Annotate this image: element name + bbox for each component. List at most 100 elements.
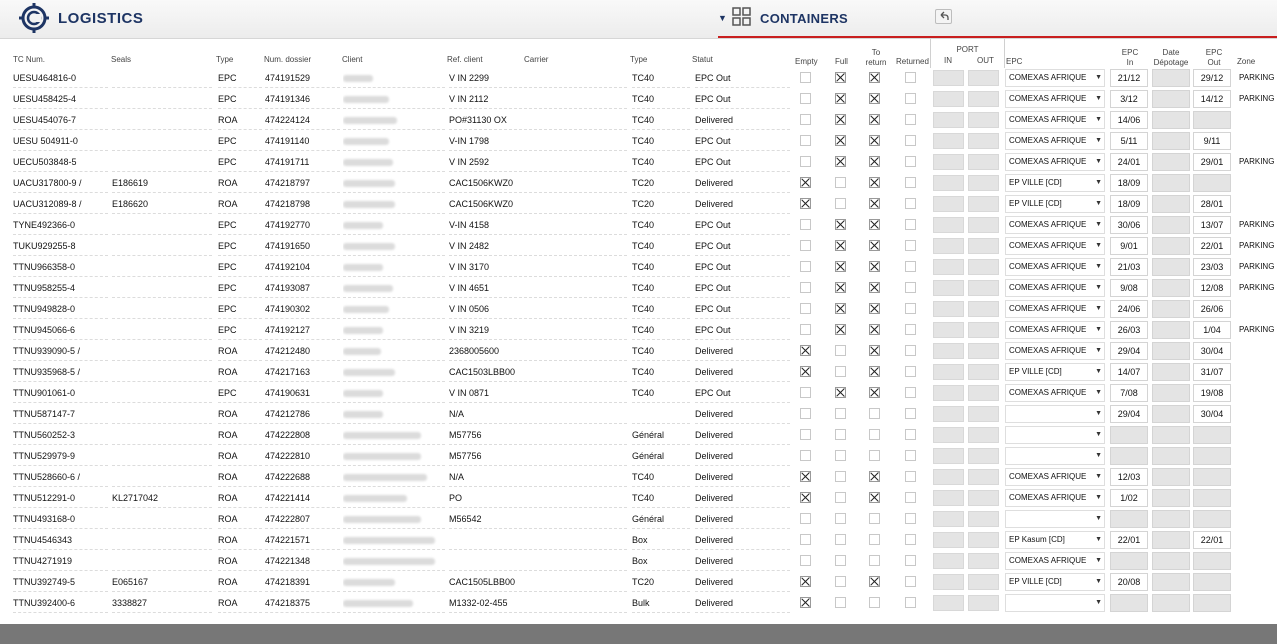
epc-select[interactable]: EP Kasum [CD] ▼: [1005, 531, 1105, 549]
depotage-date-field[interactable]: [1152, 279, 1190, 297]
table-row[interactable]: TTNU587147-7 ROA 474212786 N/A Delivered ▼ 29/…: [0, 404, 1277, 425]
epc-in-date-field[interactable]: 24/01: [1110, 153, 1148, 171]
port-in-field[interactable]: [933, 406, 964, 422]
epc-out-date-field[interactable]: [1193, 489, 1231, 507]
port-in-field[interactable]: [933, 301, 964, 317]
table-row[interactable]: TTNU392400-6 3338827 ROA 474218375 M1332-02-…: [0, 593, 1277, 614]
epc-select[interactable]: ▼: [1005, 447, 1105, 465]
port-out-field[interactable]: [968, 301, 999, 317]
empty-checkbox[interactable]: [800, 555, 811, 566]
returned-checkbox[interactable]: [905, 345, 916, 356]
to-return-checkbox[interactable]: [869, 471, 880, 482]
table-row[interactable]: UECU503848-5 EPC 474191711 V IN 2592 TC40 EPC…: [0, 152, 1277, 173]
epc-in-date-field[interactable]: 29/04: [1110, 342, 1148, 360]
empty-checkbox[interactable]: [800, 534, 811, 545]
epc-in-date-field[interactable]: 21/12: [1110, 69, 1148, 87]
empty-checkbox[interactable]: [800, 492, 811, 503]
depotage-date-field[interactable]: [1152, 447, 1190, 465]
port-in-field[interactable]: [933, 217, 964, 233]
epc-out-date-field[interactable]: [1193, 447, 1231, 465]
full-checkbox[interactable]: [835, 198, 846, 209]
epc-select[interactable]: COMEXAS AFRIQUE ▼: [1005, 321, 1105, 339]
epc-out-date-field[interactable]: 26/06: [1193, 300, 1231, 318]
port-in-field[interactable]: [933, 196, 964, 212]
to-return-checkbox[interactable]: [869, 555, 880, 566]
epc-out-date-field[interactable]: [1193, 426, 1231, 444]
epc-in-date-field[interactable]: 21/03: [1110, 258, 1148, 276]
empty-checkbox[interactable]: [800, 471, 811, 482]
table-row[interactable]: UACU317800-9 /E186619 ROA 474218797 CAC1506…: [0, 173, 1277, 194]
port-out-field[interactable]: [968, 154, 999, 170]
to-return-checkbox[interactable]: [869, 72, 880, 83]
epc-out-date-field[interactable]: 31/07: [1193, 363, 1231, 381]
epc-select[interactable]: EP VILLE [CD] ▼: [1005, 363, 1105, 381]
epc-in-date-field[interactable]: [1110, 552, 1148, 570]
epc-select[interactable]: COMEXAS AFRIQUE ▼: [1005, 300, 1105, 318]
full-checkbox[interactable]: [835, 408, 846, 419]
epc-in-date-field[interactable]: 18/09: [1110, 174, 1148, 192]
table-row[interactable]: TTNU901061-0 EPC 474190631 V IN 0871 TC40 EPC…: [0, 383, 1277, 404]
returned-checkbox[interactable]: [905, 408, 916, 419]
table-row[interactable]: TTNU529979-9 ROA 474222810 M57756 Général Del…: [0, 446, 1277, 467]
empty-checkbox[interactable]: [800, 135, 811, 146]
empty-checkbox[interactable]: [800, 72, 811, 83]
epc-in-date-field[interactable]: [1110, 510, 1148, 528]
returned-checkbox[interactable]: [905, 156, 916, 167]
port-in-field[interactable]: [933, 385, 964, 401]
epc-out-date-field[interactable]: 13/07: [1193, 216, 1231, 234]
to-return-checkbox[interactable]: [869, 408, 880, 419]
depotage-date-field[interactable]: [1152, 90, 1190, 108]
epc-select[interactable]: COMEXAS AFRIQUE ▼: [1005, 489, 1105, 507]
full-checkbox[interactable]: [835, 597, 846, 608]
port-in-field[interactable]: [933, 343, 964, 359]
to-return-checkbox[interactable]: [869, 261, 880, 272]
depotage-date-field[interactable]: [1152, 405, 1190, 423]
empty-checkbox[interactable]: [800, 597, 811, 608]
epc-in-date-field[interactable]: 9/08: [1110, 279, 1148, 297]
table-row[interactable]: TTNU392749-5 E065167 ROA 474218391 CAC1505LB…: [0, 572, 1277, 593]
port-in-label[interactable]: IN: [944, 56, 952, 65]
depotage-date-field[interactable]: [1152, 468, 1190, 486]
to-return-checkbox[interactable]: [869, 345, 880, 356]
empty-checkbox[interactable]: [800, 303, 811, 314]
epc-select[interactable]: ▼: [1005, 405, 1105, 423]
depotage-date-field[interactable]: [1152, 363, 1190, 381]
epc-in-date-field[interactable]: 14/07: [1110, 363, 1148, 381]
epc-select[interactable]: COMEXAS AFRIQUE ▼: [1005, 279, 1105, 297]
to-return-checkbox[interactable]: [869, 534, 880, 545]
epc-in-date-field[interactable]: 26/03: [1110, 321, 1148, 339]
empty-checkbox[interactable]: [800, 450, 811, 461]
port-out-field[interactable]: [968, 196, 999, 212]
to-return-checkbox[interactable]: [869, 219, 880, 230]
port-out-field[interactable]: [968, 280, 999, 296]
depotage-date-field[interactable]: [1152, 132, 1190, 150]
port-out-field[interactable]: [968, 469, 999, 485]
epc-select[interactable]: COMEXAS AFRIQUE ▼: [1005, 384, 1105, 402]
port-out-field[interactable]: [968, 532, 999, 548]
epc-in-date-field[interactable]: 5/11: [1110, 132, 1148, 150]
port-in-field[interactable]: [933, 553, 964, 569]
epc-select[interactable]: COMEXAS AFRIQUE ▼: [1005, 90, 1105, 108]
table-row[interactable]: UESU464816-0 EPC 474191529 V IN 2299 TC40 EPC…: [0, 68, 1277, 89]
epc-select[interactable]: COMEXAS AFRIQUE ▼: [1005, 468, 1105, 486]
table-row[interactable]: TTNU945066-6 EPC 474192127 V IN 3219 TC40 EPC…: [0, 320, 1277, 341]
port-in-field[interactable]: [933, 490, 964, 506]
to-return-checkbox[interactable]: [869, 597, 880, 608]
port-in-field[interactable]: [933, 469, 964, 485]
depotage-date-field[interactable]: [1152, 69, 1190, 87]
epc-out-date-field[interactable]: 1/04: [1193, 321, 1231, 339]
full-checkbox[interactable]: [835, 177, 846, 188]
port-out-field[interactable]: [968, 406, 999, 422]
full-checkbox[interactable]: [835, 282, 846, 293]
epc-select[interactable]: ▼: [1005, 510, 1105, 528]
port-out-field[interactable]: [968, 511, 999, 527]
depotage-date-field[interactable]: [1152, 216, 1190, 234]
epc-select[interactable]: COMEXAS AFRIQUE ▼: [1005, 132, 1105, 150]
depotage-date-field[interactable]: [1152, 573, 1190, 591]
epc-out-date-field[interactable]: 14/12: [1193, 90, 1231, 108]
depotage-date-field[interactable]: [1152, 384, 1190, 402]
port-out-field[interactable]: [968, 322, 999, 338]
full-checkbox[interactable]: [835, 219, 846, 230]
table-row[interactable]: TTNU935968-5 / ROA 474217163 CAC1503LBB00 TC…: [0, 362, 1277, 383]
table-row[interactable]: TTNU4546343 ROA 474221571 Box Delivered EP Ka…: [0, 530, 1277, 551]
